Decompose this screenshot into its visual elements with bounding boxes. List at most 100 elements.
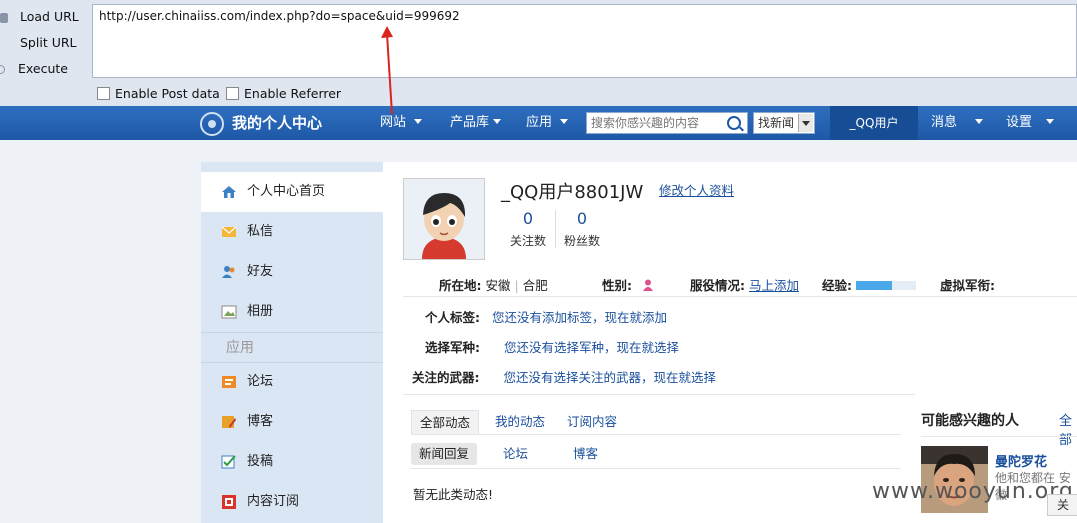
search-box[interactable] [586, 112, 748, 134]
search-input[interactable] [591, 114, 721, 132]
enable-referrer-label: Enable Referrer [244, 86, 342, 101]
envelope-icon [221, 226, 237, 237]
count-divider [555, 210, 556, 248]
tab-all-activity[interactable]: 全部动态 [411, 410, 480, 435]
service-add-link[interactable]: 马上添加 [749, 278, 799, 293]
nav-label: 消息 [931, 115, 958, 130]
sidebar-item-label: 博客 [247, 414, 274, 429]
split-url-button[interactable]: Split URL [0, 32, 77, 54]
suggested-people-all-link[interactable]: 全部 [1059, 410, 1077, 448]
subscription-icon [222, 495, 236, 509]
branch-label: 选择军种: [425, 340, 480, 355]
experience-bar [855, 281, 916, 290]
enable-referrer-checkbox[interactable]: Enable Referrer [226, 86, 341, 101]
suggested-people-title: 可能感兴趣的人 [921, 413, 1019, 429]
checkbox-box[interactable] [226, 87, 239, 100]
enable-post-checkbox[interactable]: Enable Post data [97, 86, 220, 101]
enable-post-label: Enable Post data [115, 86, 220, 101]
branch-row: 选择军种: 您还没有选择军种，现在就选择 [425, 337, 679, 356]
execute-label: Execute [18, 61, 68, 76]
tags-add-link[interactable]: 您还没有添加标签，现在就添加 [492, 310, 667, 325]
load-url-label: Load URL [20, 9, 79, 24]
divider [403, 394, 915, 395]
logo-text: 我的个人中心 [232, 114, 323, 132]
chevron-down-icon [560, 119, 569, 124]
submit-icon [221, 455, 236, 469]
search-category-select[interactable]: 找新闻 [753, 112, 815, 134]
watermark: www.wooyun.org [872, 479, 1074, 504]
subtab-forum[interactable]: 论坛 [495, 443, 536, 465]
gender-label: 性别: [602, 278, 632, 293]
sidebar-item-subscriptions[interactable]: 内容订阅 [201, 482, 383, 522]
sidebar-group-title: 应用 [226, 340, 254, 356]
nav-label: 设置 [1006, 115, 1033, 130]
experience-label: 经验: [822, 278, 852, 293]
select-value: 找新闻 [758, 116, 795, 130]
female-gender-icon [642, 279, 653, 291]
load-url-button[interactable]: Load URL [0, 6, 79, 28]
sidebar-item-blog[interactable]: 博客 [201, 402, 383, 442]
checkbox-box[interactable] [97, 87, 110, 100]
annotation-arrow [381, 26, 393, 115]
subtab-blog[interactable]: 博客 [565, 443, 606, 465]
fans-count-block[interactable]: 0 粉丝数 [557, 209, 607, 249]
tags-label: 个人标签: [425, 310, 480, 325]
edit-profile-link[interactable]: 修改个人资料 [659, 180, 734, 199]
service-row: 服役情况: 马上添加 [690, 275, 799, 294]
nav-item-products[interactable]: 产品库 [450, 106, 502, 140]
chevron-down-icon [975, 119, 984, 124]
sidebar-item-album[interactable]: 相册 [201, 292, 383, 332]
nav-item-apps[interactable]: 应用 [526, 106, 569, 140]
sidebar-item-label: 好友 [247, 264, 274, 279]
sidebar-item-friends[interactable]: 好友 [201, 252, 383, 292]
nav-messages[interactable]: 消息 [931, 106, 984, 140]
sidebar-item-label: 论坛 [247, 374, 274, 389]
search-icon[interactable] [727, 116, 741, 130]
emblem-icon [200, 111, 224, 136]
blog-icon [222, 416, 236, 428]
divider [403, 296, 1077, 297]
location-province: 安徽 [485, 278, 511, 293]
site-logo[interactable]: 我的个人中心 [200, 111, 323, 136]
follow-label: 关注数 [509, 234, 546, 248]
fans-label: 粉丝数 [563, 234, 600, 248]
load-icon [0, 12, 8, 23]
execute-icon [0, 65, 5, 74]
divider [411, 468, 901, 469]
album-icon [221, 305, 237, 319]
tab-underline [411, 434, 901, 435]
tab-my-activity[interactable]: 我的动态 [487, 410, 553, 434]
home-icon [222, 186, 236, 198]
follow-person-button[interactable]: 关 [1047, 494, 1077, 516]
chevron-down-icon [1046, 119, 1055, 124]
avatar-cartoon-image [404, 179, 484, 259]
suggested-person-name[interactable]: 曼陀罗花 [995, 451, 1047, 470]
execute-button[interactable]: Execute [0, 58, 68, 80]
sidebar-item-forum[interactable]: 论坛 [201, 362, 383, 402]
sidebar-item-label: 内容订阅 [247, 494, 300, 509]
follow-count-block[interactable]: 0 关注数 [503, 209, 553, 249]
sidebar-item-label: 相册 [247, 304, 274, 319]
sidebar-item-messages[interactable]: 私信 [201, 212, 383, 252]
rank-row: 虚拟军衔: [940, 275, 995, 294]
tab-subscriptions[interactable]: 订阅内容 [559, 410, 625, 434]
avatar[interactable] [403, 178, 485, 260]
empty-feed-message: 暂无此类动态! [413, 487, 494, 502]
dropdown-arrow-icon[interactable] [798, 114, 813, 132]
sidebar-item-submit[interactable]: 投稿 [201, 442, 383, 482]
tags-row: 个人标签: 您还没有添加标签，现在就添加 [425, 307, 667, 326]
sidebar-item-home[interactable]: 个人中心首页 [201, 172, 383, 212]
sidebar-divider [201, 332, 383, 333]
split-url-label: Split URL [20, 35, 77, 50]
branch-select-link[interactable]: 您还没有选择军种，现在就选择 [504, 340, 679, 355]
nav-settings[interactable]: 设置 [1006, 106, 1055, 140]
rank-label: 虚拟军衔: [940, 278, 995, 293]
weapon-row: 关注的武器: 您还没有选择关注的武器，现在就选择 [412, 367, 716, 386]
service-label: 服役情况: [690, 278, 745, 293]
subtab-news-replies[interactable]: 新闻回复 [411, 443, 478, 465]
user-menu[interactable]: _QQ用户 [830, 106, 918, 140]
sidebar: 个人中心首页 私信 好友 相册 应用 论坛 博客 投稿 内容订阅 [201, 162, 383, 523]
weapon-select-link[interactable]: 您还没有选择关注的武器，现在就选择 [503, 370, 716, 385]
nav-label: 产品库 [450, 115, 490, 130]
hackbar-url-textarea[interactable]: http://user.chinaiiss.com/index.php?do=s… [92, 4, 1077, 78]
